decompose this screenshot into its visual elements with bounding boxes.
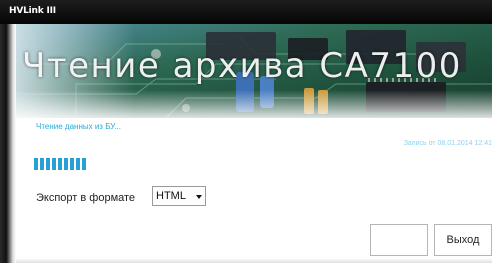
progress-segment	[52, 158, 56, 170]
export-format-value: HTML	[156, 190, 186, 202]
export-format-label: Экспорт в формате	[36, 192, 136, 204]
progress-segment	[70, 158, 74, 170]
progress-segment	[34, 158, 38, 170]
progress-indicator	[34, 158, 86, 170]
exit-button[interactable]: Выход	[434, 224, 492, 256]
record-timestamp: Запись от 08.01.2014 12:41	[403, 140, 492, 147]
window-left-edge	[0, 24, 16, 263]
banner-heading: Чтение архива СА7100	[22, 46, 462, 86]
progress-segment	[40, 158, 44, 170]
progress-segment	[64, 158, 68, 170]
progress-segment	[76, 158, 80, 170]
app-window: HVLink III Чтение архива СА7100 Чтение д…	[0, 0, 492, 263]
progress-segment	[46, 158, 50, 170]
title-bar[interactable]: HVLink III	[0, 0, 492, 24]
window-bottom-edge	[16, 258, 492, 263]
window-title: HVLink III	[9, 6, 56, 16]
header-banner: Чтение архива СА7100	[16, 24, 492, 118]
status-message: Чтение данных из БУ...	[36, 122, 121, 131]
progress-segment	[58, 158, 62, 170]
blank-button[interactable]	[370, 224, 428, 256]
export-format-select[interactable]: HTML	[152, 186, 206, 206]
progress-segment	[82, 158, 86, 170]
chevron-down-icon	[196, 195, 202, 199]
